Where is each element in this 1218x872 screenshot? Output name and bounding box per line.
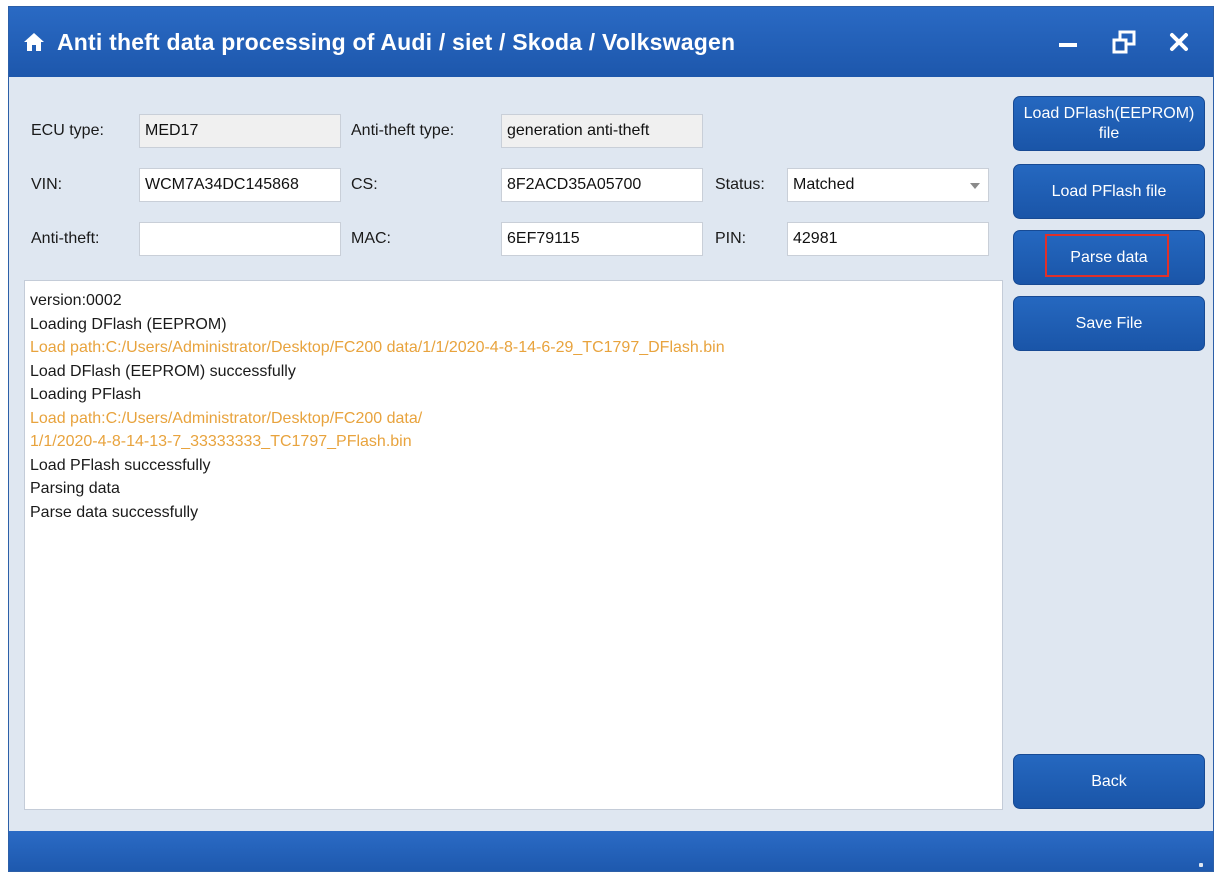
close-button[interactable] — [1166, 29, 1192, 55]
chevron-down-icon — [970, 183, 980, 189]
pin-label: PIN: — [715, 230, 747, 247]
resize-grip-icon[interactable] — [1199, 863, 1203, 867]
save-file-button[interactable]: Save File — [1013, 296, 1205, 351]
cs-field[interactable]: 8F2ACD35A05700 — [501, 168, 703, 202]
home-icon — [24, 33, 44, 51]
log-line: Loading DFlash (EEPROM) — [30, 315, 227, 333]
load-pflash-button[interactable]: Load PFlash file — [1013, 164, 1205, 219]
vin-field[interactable]: WCM7A34DC145868 — [139, 168, 341, 202]
log-line-path: Load path:C:/Users/Administrator/Desktop… — [30, 409, 423, 427]
parse-data-label: Parse data — [1070, 248, 1148, 266]
minimize-button[interactable] — [1055, 29, 1081, 55]
vin-label: VIN: — [31, 176, 63, 193]
back-label: Back — [1091, 772, 1127, 790]
log-line-path: Load path:C:/Users/Administrator/Desktop… — [30, 339, 725, 356]
anti-theft-type-field: generation anti-theft — [501, 114, 703, 148]
pin-field[interactable]: 42981 — [787, 222, 989, 256]
status-label: Status: — [715, 176, 765, 193]
log-line: Load PFlash successfully — [30, 456, 211, 474]
log-line-path: 1/1/2020-4-8-14-13-7_33333333_TC1797_PFl… — [30, 433, 412, 450]
mac-field[interactable]: 6EF79115 — [501, 222, 703, 256]
minimize-icon — [1059, 43, 1077, 47]
status-select-value: Matched — [793, 176, 855, 193]
main-panel: ECU type: MED17 Anti-theft type: generat… — [9, 77, 1213, 831]
anti-theft-label: Anti-theft: — [31, 230, 100, 247]
restore-icon — [1112, 30, 1136, 54]
log-line: Loading PFlash — [30, 386, 142, 403]
title-bar: Anti theft data processing of Audi / sie… — [9, 7, 1213, 77]
ecu-type-field: MED17 — [139, 114, 341, 148]
parse-data-button[interactable]: Parse data — [1013, 230, 1205, 285]
anti-theft-field[interactable] — [139, 222, 341, 256]
app-window: Anti theft data processing of Audi / sie… — [8, 6, 1214, 872]
load-dflash-button[interactable]: Load DFlash(EEPROM) file — [1013, 96, 1205, 151]
load-pflash-label: Load PFlash file — [1051, 182, 1167, 200]
close-icon — [1170, 33, 1188, 51]
load-dflash-label: Load DFlash(EEPROM) file — [1023, 104, 1195, 142]
mac-label: MAC: — [351, 230, 391, 247]
log-line: version:0002 — [30, 292, 122, 309]
status-select[interactable]: Matched — [787, 168, 989, 202]
ecu-type-label: ECU type: — [31, 122, 104, 139]
save-file-label: Save File — [1075, 314, 1143, 332]
anti-theft-type-label: Anti-theft type: — [351, 122, 455, 139]
cs-label: CS: — [351, 176, 378, 193]
window-title: Anti theft data processing of Audi / sie… — [57, 29, 736, 55]
log-line: Parsing data — [30, 480, 120, 497]
restore-button[interactable] — [1111, 29, 1137, 55]
status-bar — [9, 831, 1213, 871]
back-button[interactable]: Back — [1013, 754, 1205, 809]
log-line: Load DFlash (EEPROM) successfully — [30, 362, 296, 380]
log-output[interactable]: version:0002 Loading DFlash (EEPROM) Loa… — [24, 280, 1003, 810]
log-line: Parse data successfully — [30, 503, 199, 521]
